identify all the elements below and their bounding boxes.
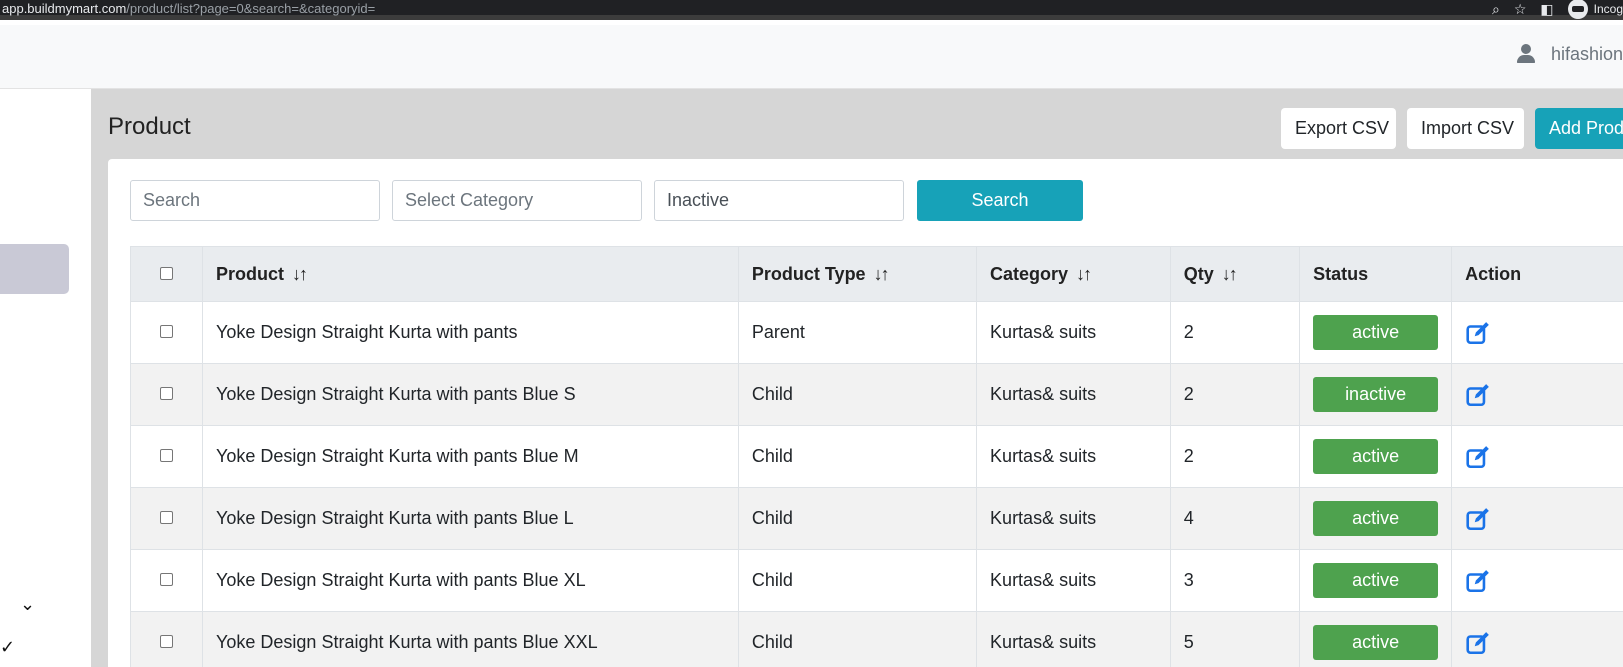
table-row: Yoke Design Straight Kurta with pants Bl… bbox=[129, 363, 1623, 426]
product-name: Yoke Design Straight Kurta with pants Bl… bbox=[202, 425, 739, 488]
sort-icon[interactable]: ↓↑ bbox=[1076, 264, 1092, 284]
product-type: Child bbox=[737, 425, 978, 488]
product-qty: 4 bbox=[1169, 487, 1301, 550]
edit-icon[interactable] bbox=[1465, 568, 1491, 594]
product-category: Kurtas& suits bbox=[976, 363, 1171, 426]
product-category: Kurtas& suits bbox=[976, 549, 1171, 612]
user-menu[interactable]: hifashion bbox=[1515, 43, 1623, 65]
chevron-down-icon[interactable]: ⌄ bbox=[20, 594, 35, 615]
table-row: Yoke Design Straight Kurta with pants Pa… bbox=[129, 301, 1623, 364]
incognito-icon bbox=[1567, 0, 1588, 19]
row-checkbox[interactable] bbox=[160, 325, 174, 338]
export-csv-button[interactable]: Export CSV bbox=[1281, 108, 1396, 149]
product-table: Product ↓↑ Product Type ↓↑ Category ↓↑ Qty ↓… bbox=[129, 246, 1623, 667]
col-action: Action bbox=[1451, 246, 1623, 302]
row-checkbox[interactable] bbox=[160, 635, 174, 648]
product-qty: 2 bbox=[1169, 363, 1301, 426]
row-checkbox[interactable] bbox=[160, 573, 174, 586]
browser-toolbar: app.buildmymart.com/product/list?page=0&… bbox=[0, 0, 1623, 20]
product-category: Kurtas& suits bbox=[976, 611, 1171, 667]
row-checkbox[interactable] bbox=[160, 387, 174, 400]
edit-icon[interactable] bbox=[1465, 506, 1491, 532]
col-qty[interactable]: Qty ↓↑ bbox=[1169, 246, 1301, 302]
status-badge[interactable]: inactive bbox=[1313, 377, 1439, 412]
table-row: Yoke Design Straight Kurta with pants Bl… bbox=[129, 487, 1623, 550]
product-type: Parent bbox=[737, 301, 978, 364]
col-category[interactable]: Category ↓↑ bbox=[976, 246, 1171, 302]
status-badge[interactable]: active bbox=[1313, 501, 1439, 536]
table-row: Yoke Design Straight Kurta with pants Bl… bbox=[129, 549, 1623, 612]
product-qty: 2 bbox=[1169, 301, 1301, 364]
product-type: Child bbox=[737, 611, 978, 667]
edit-icon[interactable] bbox=[1465, 382, 1491, 408]
status-badge[interactable]: active bbox=[1313, 563, 1439, 598]
main-content: Product Export CSV Import CSV Add Produc… bbox=[91, 89, 1623, 667]
product-type: Child bbox=[737, 363, 978, 426]
sort-icon[interactable]: ↓↑ bbox=[1222, 264, 1238, 284]
product-name: Yoke Design Straight Kurta with pants Bl… bbox=[202, 487, 739, 550]
zoom-icon[interactable]: ⌕ bbox=[1492, 0, 1500, 18]
select-all-cell bbox=[129, 246, 204, 302]
status-select[interactable]: Inactive bbox=[654, 180, 904, 221]
side-panel-icon[interactable]: ◧ bbox=[1540, 0, 1553, 18]
sort-icon[interactable]: ↓↑ bbox=[874, 264, 890, 284]
col-status: Status bbox=[1299, 246, 1453, 302]
username: hifashion bbox=[1550, 43, 1623, 64]
product-qty: 2 bbox=[1169, 425, 1301, 488]
col-product-type[interactable]: Product Type ↓↑ bbox=[737, 246, 978, 302]
edit-icon[interactable] bbox=[1465, 444, 1491, 470]
product-card: Search Select Category Inactive Search P… bbox=[108, 159, 1623, 667]
col-product[interactable]: Product ↓↑ bbox=[202, 246, 739, 302]
top-header: hifashion bbox=[0, 25, 1623, 89]
product-qty: 5 bbox=[1169, 611, 1301, 667]
product-name: Yoke Design Straight Kurta with pants Bl… bbox=[202, 363, 739, 426]
incognito-label: Incog bbox=[1593, 2, 1623, 16]
product-name: Yoke Design Straight Kurta with pants bbox=[202, 301, 739, 364]
product-type: Child bbox=[737, 487, 978, 550]
edit-icon[interactable] bbox=[1465, 630, 1491, 656]
search-button[interactable]: Search bbox=[917, 180, 1083, 221]
sort-icon[interactable]: ↓↑ bbox=[292, 264, 308, 284]
product-category: Kurtas& suits bbox=[976, 425, 1171, 488]
check-icon: ✓ bbox=[0, 637, 16, 657]
status-badge[interactable]: active bbox=[1313, 439, 1439, 474]
incognito-profile[interactable]: Incog bbox=[1567, 0, 1623, 19]
row-checkbox[interactable] bbox=[160, 511, 174, 524]
status-badge[interactable]: active bbox=[1313, 625, 1439, 660]
url-path: /product/list?page=0&search=&categoryid= bbox=[126, 1, 376, 16]
sidebar: ⌄ ✓ bbox=[0, 89, 91, 667]
page-title: Product bbox=[108, 113, 191, 140]
sidebar-item-active[interactable] bbox=[0, 244, 69, 294]
product-type: Child bbox=[737, 549, 978, 612]
product-category: Kurtas& suits bbox=[976, 487, 1171, 550]
add-product-button[interactable]: Add Product bbox=[1535, 108, 1623, 149]
row-checkbox[interactable] bbox=[160, 449, 174, 462]
status-badge[interactable]: active bbox=[1313, 315, 1439, 350]
product-category: Kurtas& suits bbox=[976, 301, 1171, 364]
category-select[interactable]: Select Category bbox=[392, 180, 642, 221]
product-name: Yoke Design Straight Kurta with pants Bl… bbox=[202, 549, 739, 612]
table-row: Yoke Design Straight Kurta with pants Bl… bbox=[129, 425, 1623, 488]
product-qty: 3 bbox=[1169, 549, 1301, 612]
import-csv-button[interactable]: Import CSV bbox=[1407, 108, 1524, 149]
bookmark-star-icon[interactable]: ☆ bbox=[1514, 0, 1527, 18]
table-header-row: Product ↓↑ Product Type ↓↑ Category ↓↑ Qty ↓… bbox=[129, 246, 1623, 302]
user-icon bbox=[1515, 43, 1537, 65]
search-input[interactable]: Search bbox=[130, 180, 380, 221]
url-domain: app.buildmymart.com bbox=[2, 1, 127, 16]
product-name: Yoke Design Straight Kurta with pants Bl… bbox=[202, 611, 739, 667]
browser-icons: ⌕ ☆ ◧ Incog bbox=[1492, 0, 1623, 19]
select-all-checkbox[interactable] bbox=[160, 266, 174, 280]
edit-icon[interactable] bbox=[1465, 320, 1491, 346]
table-row: Yoke Design Straight Kurta with pants Bl… bbox=[129, 611, 1623, 667]
address-bar[interactable]: app.buildmymart.com/product/list?page=0&… bbox=[2, 1, 375, 16]
